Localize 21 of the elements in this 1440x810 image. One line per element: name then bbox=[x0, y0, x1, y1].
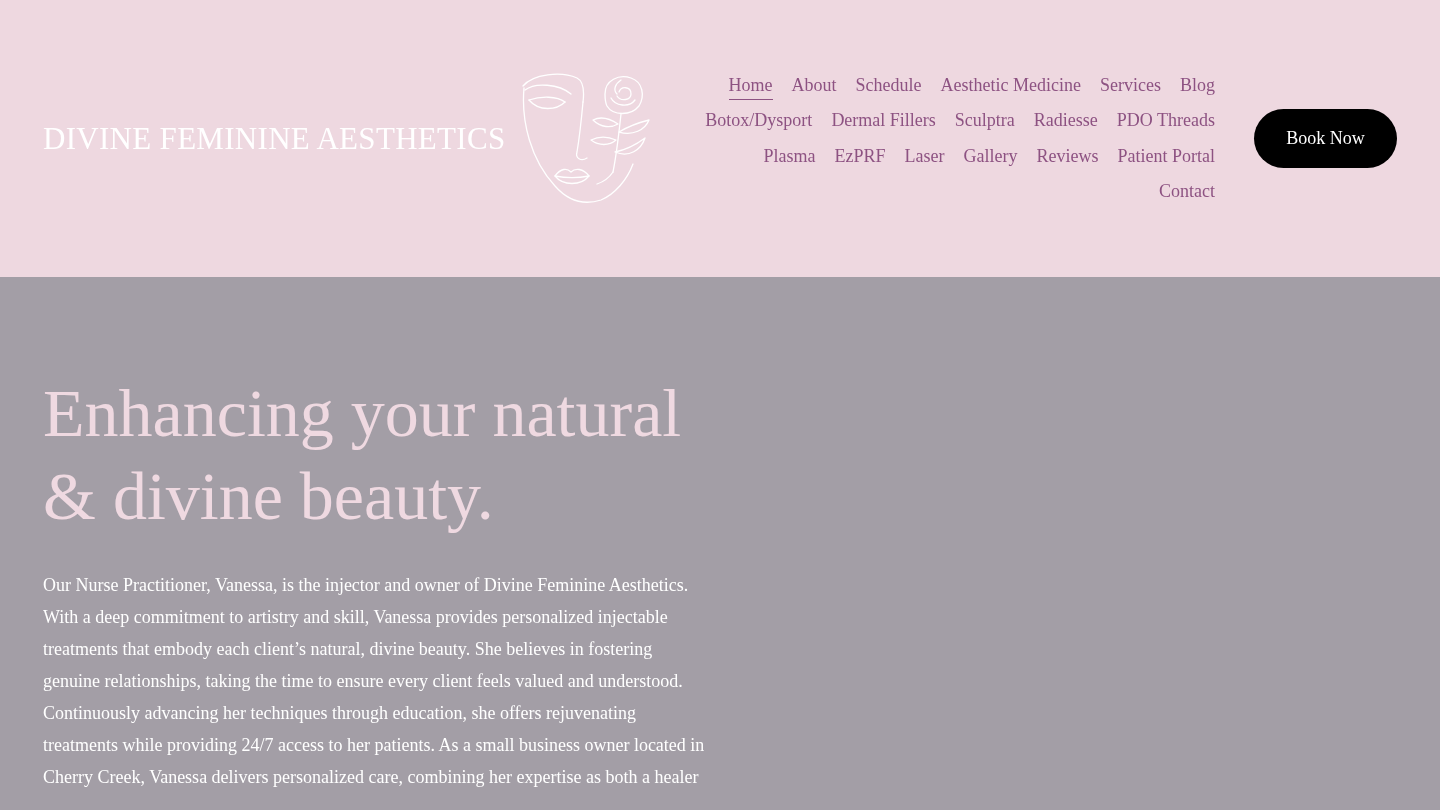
nav-link[interactable]: Contact bbox=[1159, 177, 1215, 207]
nav-link[interactable]: PDO Threads bbox=[1116, 106, 1215, 136]
nav-link[interactable]: Gallery bbox=[963, 141, 1018, 171]
hero-paragraph: Our Nurse Practitioner, Vanessa, is the injector and owner of Divine Feminine Aesthetics. With a deep commitment to artistry and skill, Vanessa provides personalized injectable treatments that embody each client’s natural, divine beauty. She believes in fostering genuine relationships, taking the time to ensure every client feels valued and understood. Continuously advancing her techniques through education, she offers rejuvenating treatments while providing 24/7 access to her patients. As a small business owner located in Cherry Creek, Vanessa delivers personalized care, combining her expertise as both a healer bbox=[43, 574, 705, 789]
nav-link[interactable]: Dermal Fillers bbox=[831, 106, 936, 136]
nav-link[interactable]: Patient Portal bbox=[1117, 141, 1215, 171]
nav-link[interactable]: Schedule bbox=[855, 70, 922, 100]
nav-link[interactable]: Home bbox=[728, 70, 773, 100]
nav-link[interactable]: Aesthetic Medicine bbox=[940, 70, 1081, 100]
nav-link[interactable]: Plasma bbox=[763, 141, 816, 171]
hero-heading: Enhancing your natural & divine beauty. bbox=[43, 374, 683, 536]
nav-link[interactable]: Botox/Dysport bbox=[705, 106, 813, 136]
nav-link[interactable]: Services bbox=[1100, 70, 1161, 100]
nav-link[interactable]: EzPRF bbox=[834, 141, 886, 171]
nav-link[interactable]: About bbox=[791, 70, 837, 100]
nav-link[interactable]: Reviews bbox=[1036, 141, 1099, 171]
nav-link[interactable]: Laser bbox=[904, 141, 945, 171]
nav-link[interactable]: Radiesse bbox=[1033, 106, 1098, 136]
nav-link[interactable]: Blog bbox=[1180, 70, 1215, 100]
book-now-button[interactable]: Book Now bbox=[1254, 109, 1397, 168]
nav-link[interactable]: Sculptra bbox=[954, 106, 1015, 136]
